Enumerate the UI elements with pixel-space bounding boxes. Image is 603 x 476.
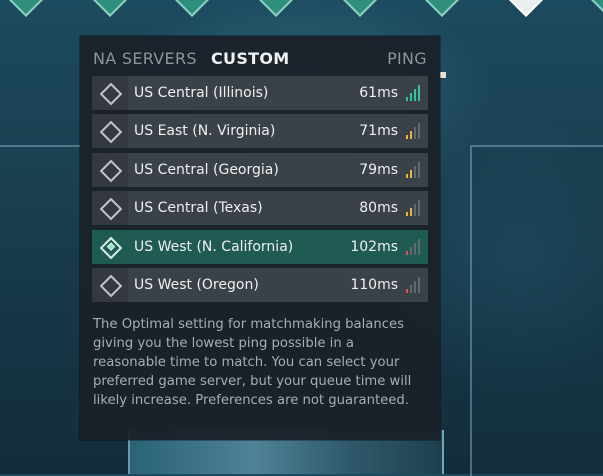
server-select-dropdown: NA SERVERS CUSTOM PING US Central (Illin…: [80, 36, 440, 440]
signal-strength-icon: [406, 160, 420, 178]
custom-tab[interactable]: CUSTOM: [211, 49, 290, 68]
signal-strength-icon: [406, 121, 420, 140]
server-name: US Central (Illinois): [134, 85, 269, 101]
server-row[interactable]: US Central (Illinois) 61ms: [92, 76, 428, 110]
server-checkbox[interactable]: [92, 191, 128, 226]
server-row[interactable]: US Central (Texas) 80ms: [92, 191, 428, 226]
diamond-checkbox-icon: [99, 274, 123, 298]
server-name: US West (N. California): [134, 238, 294, 255]
server-list: US Central (Illinois) 61ms US East (N. V…: [92, 76, 428, 306]
server-checkbox[interactable]: [92, 76, 128, 110]
server-name: US Central (Texas): [134, 200, 263, 217]
server-row[interactable]: US West (Oregon) 110ms: [92, 267, 428, 302]
server-ping: 61ms: [359, 85, 398, 101]
server-ping: 102ms: [350, 238, 398, 255]
signal-strength-icon: [406, 198, 420, 217]
matchmaking-description: The Optimal setting for matchmaking bala…: [93, 317, 412, 408]
server-row[interactable]: US West (N. California) 102ms: [92, 229, 428, 264]
na-servers-tab[interactable]: NA SERVERS: [93, 49, 197, 68]
background-panel-right: [470, 145, 603, 476]
diamond-checkbox-icon: [99, 236, 123, 259]
server-row[interactable]: US Central (Georgia) 79ms: [92, 152, 428, 187]
server-name: US Central (Georgia): [134, 161, 279, 178]
server-name: US West (Oregon): [134, 276, 259, 293]
signal-strength-icon: [406, 237, 420, 255]
server-list-header: NA SERVERS CUSTOM PING: [80, 36, 440, 76]
server-checkbox[interactable]: [92, 229, 128, 264]
accent-marker: [440, 72, 446, 78]
server-ping: 110ms: [350, 276, 398, 293]
signal-strength-icon: [406, 275, 420, 293]
diamond-checkbox-icon: [99, 82, 123, 106]
diamond-checkbox-icon: [99, 121, 123, 144]
signal-strength-icon: [406, 83, 420, 101]
server-ping: 80ms: [359, 200, 398, 217]
server-ping: 71ms: [359, 123, 398, 140]
ping-column-header: PING: [387, 49, 427, 68]
diamond-checkbox-icon: [99, 159, 123, 183]
server-checkbox[interactable]: [92, 114, 128, 149]
server-checkbox[interactable]: [92, 152, 128, 187]
diamond-checkbox-icon: [99, 197, 123, 221]
background-panel-left: [0, 145, 80, 447]
server-name: US East (N. Virginia): [134, 123, 276, 140]
server-row[interactable]: US East (N. Virginia) 71ms: [92, 114, 428, 149]
server-checkbox[interactable]: [92, 267, 128, 302]
server-ping: 79ms: [359, 161, 398, 178]
